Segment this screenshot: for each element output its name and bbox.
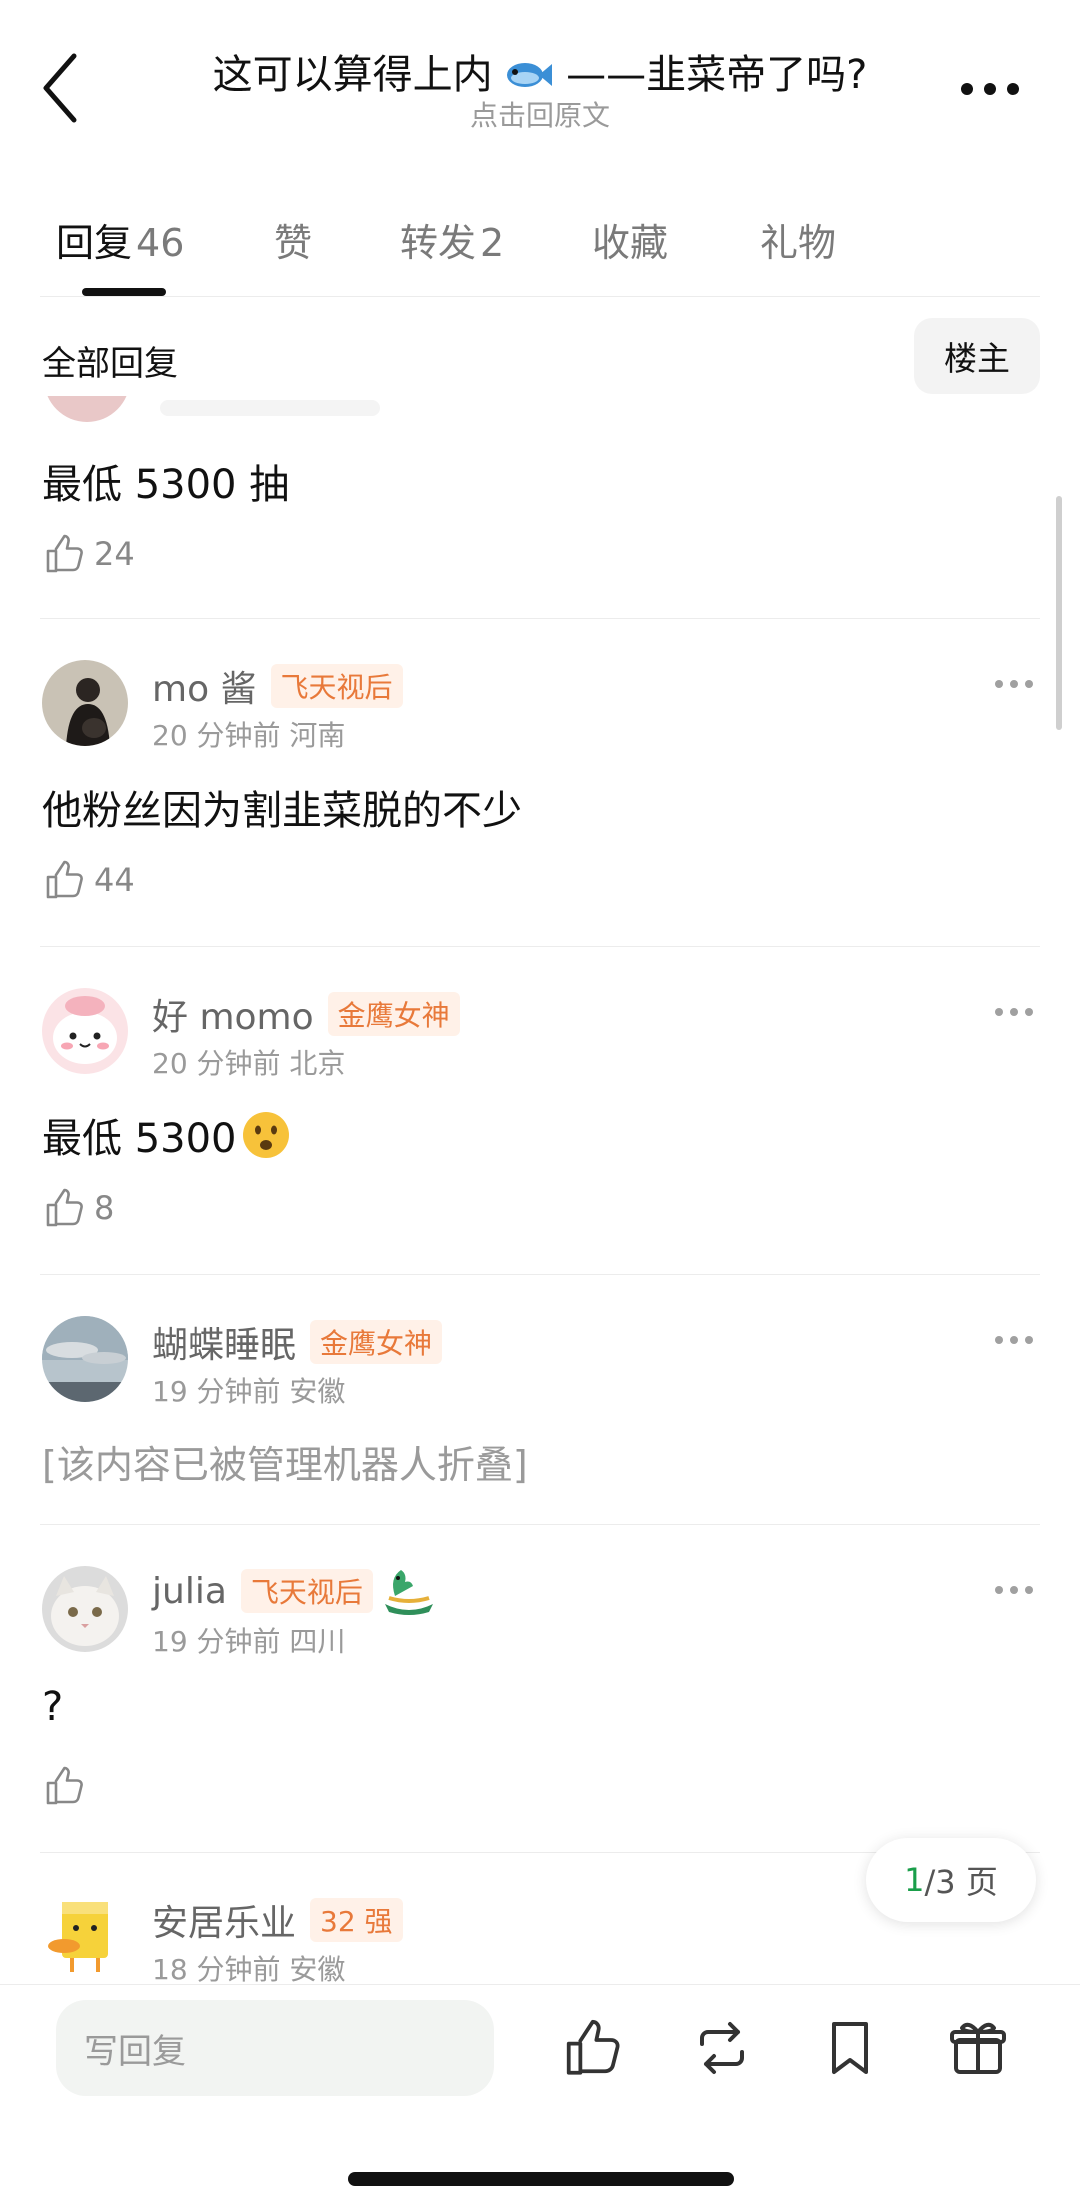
tab-gifts[interactable]: 礼物 [760,212,836,267]
divider [0,1984,1080,1985]
comment-text: ? [42,1684,64,1730]
user-header: 蝴蝶睡眠 金鹰女神 [152,1316,443,1368]
frowning-face-emoji [242,1112,289,1158]
scrollbar[interactable] [1056,496,1062,730]
user-badge: 飞天视后 [270,664,403,708]
folded-comment-notice: [该内容已被管理机器人折叠] [42,1443,528,1487]
comment-meta: 19 分钟前 四川 [152,1625,346,1658]
username[interactable]: julia [152,1571,227,1612]
username-partial [160,400,380,416]
repost-icon[interactable] [690,2016,754,2080]
home-indicator[interactable] [348,2172,734,2186]
thumbs-up-icon [46,1188,83,1227]
divider [40,296,1040,297]
comment-meta: 18 分钟前 安徽 [152,1953,346,1986]
comment-text: 他粉丝因为割韭菜脱的不少 [42,788,522,834]
avatar[interactable] [42,660,128,746]
divider [40,1524,1040,1525]
comment-body: 最低 5300 [42,1106,291,1164]
like-button[interactable]: 24 [42,532,135,576]
user-header: julia 飞天视后 [152,1566,437,1616]
comment-meta: 20 分钟前 河南 [152,719,346,752]
comment-more-icon[interactable] [994,1335,1034,1345]
duck-avatar [48,1902,108,1972]
bookmark-icon[interactable] [818,2016,882,2080]
back-arrow-icon[interactable] [38,50,82,126]
user-header: 安居乐业 32 强 [152,1894,403,1946]
avatar[interactable] [44,396,130,422]
username[interactable]: mo 酱 [152,660,257,712]
tab-label: 收藏 [592,221,669,265]
post-title[interactable]: 这可以算得上内 ——韭菜帝了吗? [150,42,930,100]
thumbs-up-icon [46,1766,83,1805]
tab-label: 赞 [274,221,313,265]
tab-reposts[interactable]: 转发 2 [400,212,504,267]
dragon-boat-icon [384,1570,433,1615]
more-options-icon[interactable] [960,82,1020,96]
username[interactable]: 好 momo [152,988,314,1040]
comment-text: 最低 5300 抽 [42,462,290,508]
reply-input[interactable]: 写回复 [56,2000,494,2096]
fish-emoji [507,63,553,87]
like-count: 44 [94,861,135,899]
user-badge: 飞天视后 [240,1569,373,1613]
divider [40,946,1040,947]
avatar[interactable] [42,1566,128,1652]
post-title-text: 这可以算得上内 [212,52,493,98]
total-pages: /3 页 [924,1863,998,1901]
cat-photo [42,1566,128,1652]
tab-label: 转发 [400,221,477,265]
comment-more-icon[interactable] [994,1007,1034,1017]
avatar[interactable] [42,1894,128,1980]
like-button[interactable]: 8 [42,1186,114,1230]
tab-replies[interactable]: 回复 46 [56,212,184,267]
tab-label: 回复 [56,221,133,265]
tab-label: 礼物 [760,221,837,265]
active-tab-indicator [82,288,166,296]
op-only-button[interactable]: 楼主 [914,318,1040,394]
user-header: 好 momo 金鹰女神 [152,988,460,1040]
tab-count: 2 [480,221,505,265]
like-post-icon[interactable] [560,2016,624,2080]
user-badge: 金鹰女神 [327,992,460,1036]
page-indicator[interactable]: 1/3 页 [866,1838,1036,1922]
like-button[interactable] [42,1764,94,1808]
thumbs-up-icon [46,860,83,899]
user-badge: 32 强 [310,1898,403,1942]
avatar[interactable] [42,1316,128,1402]
sky-photo [42,1316,128,1402]
tab-count: 46 [136,221,185,265]
divider [40,1274,1040,1275]
current-page: 1 [904,1861,925,1899]
view-original-link[interactable]: 点击回原文 [150,94,930,134]
tab-favorites[interactable]: 收藏 [592,212,668,267]
divider [40,618,1040,619]
username[interactable]: 蝴蝶睡眠 [152,1316,296,1368]
comment-meta: 20 分钟前 北京 [152,1047,346,1080]
gift-icon[interactable] [946,2016,1010,2080]
user-photo [42,660,128,746]
like-button[interactable]: 44 [42,858,135,902]
username[interactable]: 安居乐业 [152,1894,296,1946]
thumbs-up-icon [46,534,83,573]
comment-text: 最低 5300 [42,1116,237,1162]
cartoon-avatar [42,988,128,1074]
all-replies-filter[interactable]: 全部回复 [42,336,178,385]
comment-meta: 19 分钟前 安徽 [152,1375,346,1408]
comment-more-icon[interactable] [994,679,1034,689]
user-badge: 金鹰女神 [310,1320,443,1364]
tab-likes[interactable]: 赞 [274,212,312,267]
post-title-suffix: ——韭菜帝了吗? [566,52,868,98]
like-count: 8 [94,1189,115,1227]
user-header: mo 酱 飞天视后 [152,660,403,712]
comment-more-icon[interactable] [994,1585,1034,1595]
like-count: 24 [94,535,135,573]
avatar[interactable] [42,988,128,1074]
